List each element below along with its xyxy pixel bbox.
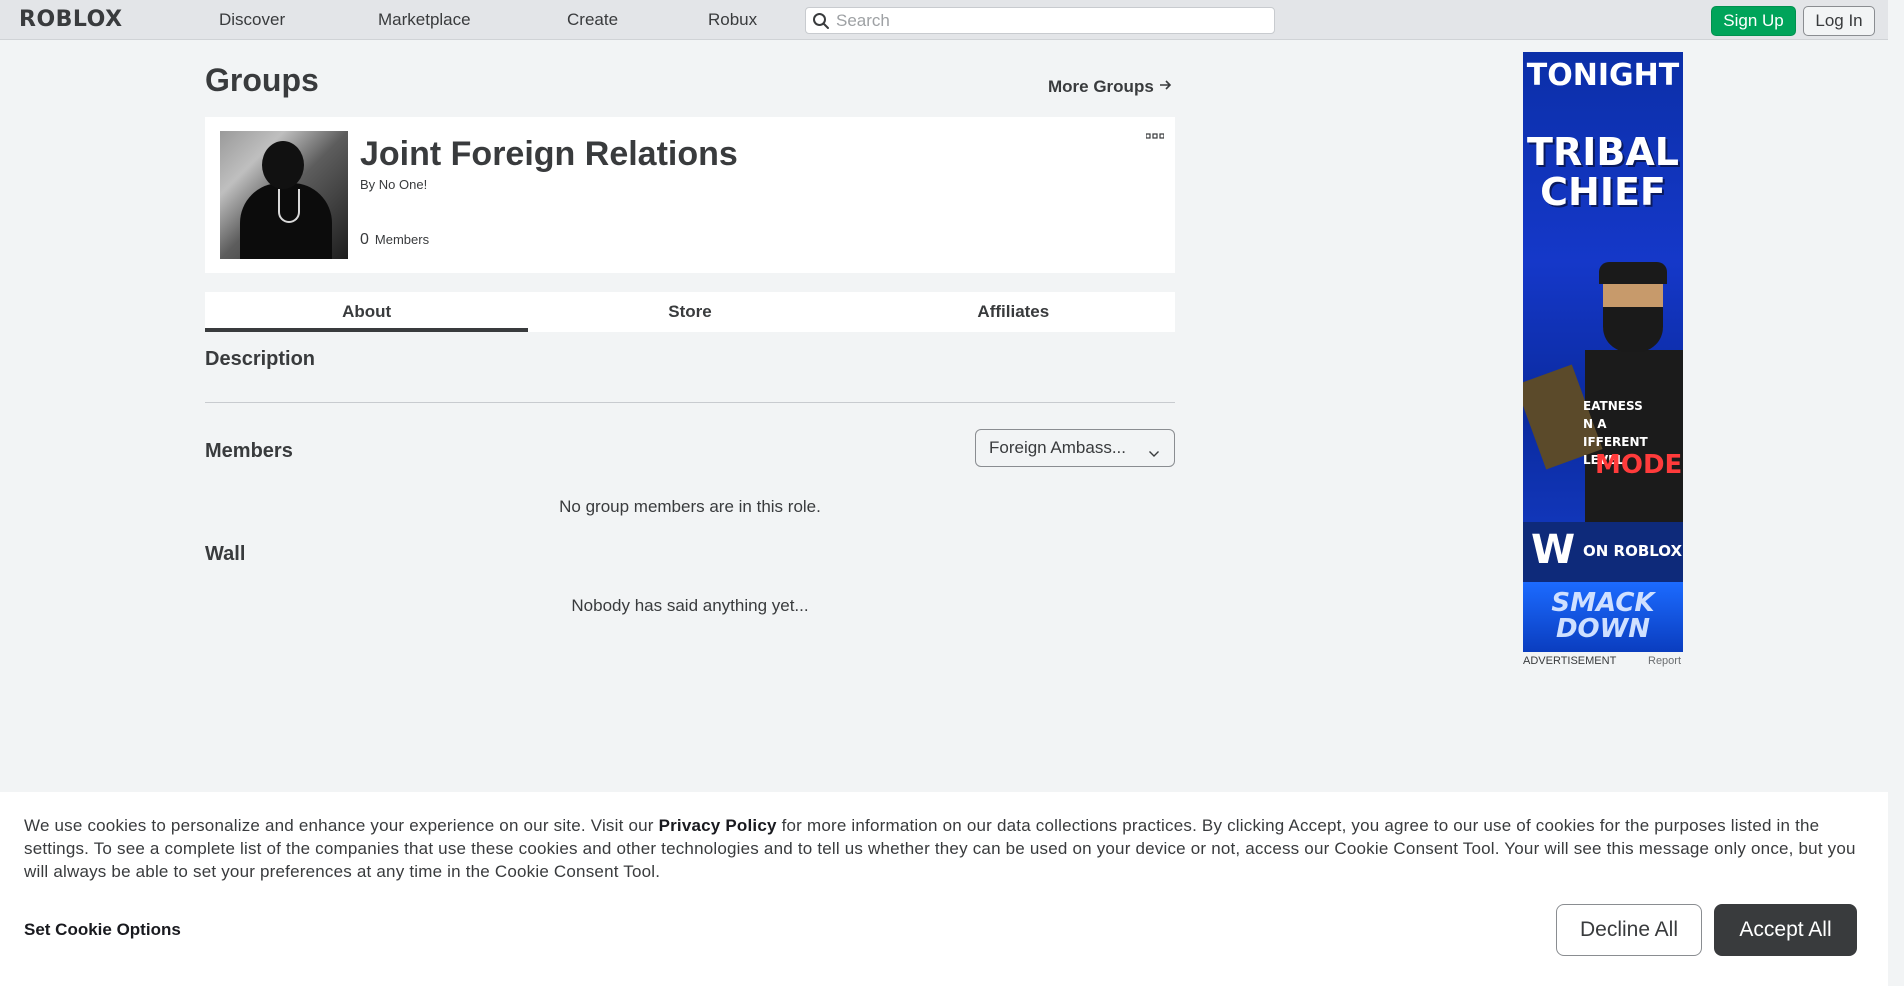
smackdown-text: SMACK DOWN [1523, 590, 1683, 642]
smackdown-line1: SMACK [1551, 588, 1655, 618]
cookie-text-before: We use cookies to personalize and enhanc… [24, 816, 659, 835]
advertisement-label: ADVERTISEMENT [1523, 655, 1617, 667]
members-title: Members [205, 440, 293, 462]
arrow-right-icon [1158, 77, 1172, 97]
sign-up-button[interactable]: Sign Up [1711, 6, 1796, 36]
emblem-figure-chain [278, 189, 300, 223]
accept-all-button[interactable]: Accept All [1714, 904, 1857, 956]
nav-discover[interactable]: Discover [219, 10, 285, 30]
smackdown-logo: SMACK DOWN [1523, 582, 1683, 652]
tab-affiliates[interactable]: Affiliates [852, 292, 1175, 332]
smackdown-line2: DOWN [1555, 614, 1651, 644]
ad-figure-beard [1603, 307, 1663, 352]
ad-slogan-line1: EATNESS [1583, 399, 1643, 413]
wwe-logo: W [1531, 527, 1576, 573]
nav-robux[interactable]: Robux [708, 10, 757, 30]
ad-report-link[interactable]: Report [1648, 655, 1681, 667]
more-groups-label: More Groups [1048, 77, 1154, 96]
group-owner: By No One! [360, 177, 428, 192]
wall-empty-message: Nobody has said anything yet... [571, 596, 809, 615]
member-count-label: Members [374, 232, 430, 247]
ad-on-roblox: ON ROBLOX [1583, 542, 1683, 560]
role-dropdown[interactable]: Foreign Ambass... [975, 429, 1175, 467]
more-options-icon[interactable] [1145, 131, 1165, 141]
top-navigation-bar: ROBLOX Discover Marketplace Create Robux… [0, 0, 1904, 40]
nav-marketplace[interactable]: Marketplace [378, 10, 471, 30]
page-scrollbar[interactable] [1888, 0, 1904, 986]
tab-about[interactable]: About [205, 292, 529, 332]
member-count: 0 Members [360, 231, 429, 249]
search-icon [806, 8, 836, 33]
ad-headline: TONIGHT [1526, 58, 1680, 93]
emblem-figure-head [262, 141, 304, 189]
page-title: Groups [205, 62, 319, 98]
search-box[interactable] [805, 7, 1275, 34]
cookie-consent-banner: We use cookies to personalize and enhanc… [0, 792, 1888, 986]
group-name: Joint Foreign Relations [360, 135, 738, 173]
ad-title: TRIBAL CHIEF [1523, 132, 1683, 212]
ad-title-line1: TRIBAL [1527, 130, 1679, 174]
ad-slogan-line2: N A [1583, 417, 1607, 431]
more-groups-link[interactable]: More Groups [1048, 77, 1172, 97]
group-emblem-image [220, 131, 348, 259]
search-input[interactable] [836, 10, 1274, 31]
cookie-message: We use cookies to personalize and enhanc… [24, 814, 1859, 883]
roblox-logo[interactable]: ROBLOX [19, 8, 123, 32]
log-in-button[interactable]: Log In [1803, 6, 1875, 36]
chevron-down-icon [1148, 443, 1160, 463]
privacy-policy-link[interactable]: Privacy Policy [659, 816, 777, 835]
group-tabs: About Store Affiliates [205, 292, 1175, 332]
ad-mode-text: MODE [1595, 450, 1683, 480]
section-divider [205, 402, 1175, 403]
member-count-number: 0 [360, 231, 369, 248]
nav-create[interactable]: Create [567, 10, 618, 30]
tab-store[interactable]: Store [528, 292, 851, 332]
description-title: Description [205, 348, 316, 370]
no-members-message: No group members are in this role. [559, 497, 821, 516]
set-cookie-options-link[interactable]: Set Cookie Options [24, 920, 181, 940]
role-dropdown-value: Foreign Ambass... [989, 438, 1127, 457]
advertisement-banner[interactable]: TONIGHT TRIBAL CHIEF EATNESS N A IFFEREN… [1523, 52, 1683, 652]
wall-title: Wall [205, 543, 246, 565]
ad-title-line2: CHIEF [1540, 170, 1666, 214]
ad-figure-hair [1599, 262, 1667, 284]
decline-all-button[interactable]: Decline All [1556, 904, 1702, 956]
group-header-card: Joint Foreign Relations By No One! 0 Mem… [205, 117, 1175, 273]
